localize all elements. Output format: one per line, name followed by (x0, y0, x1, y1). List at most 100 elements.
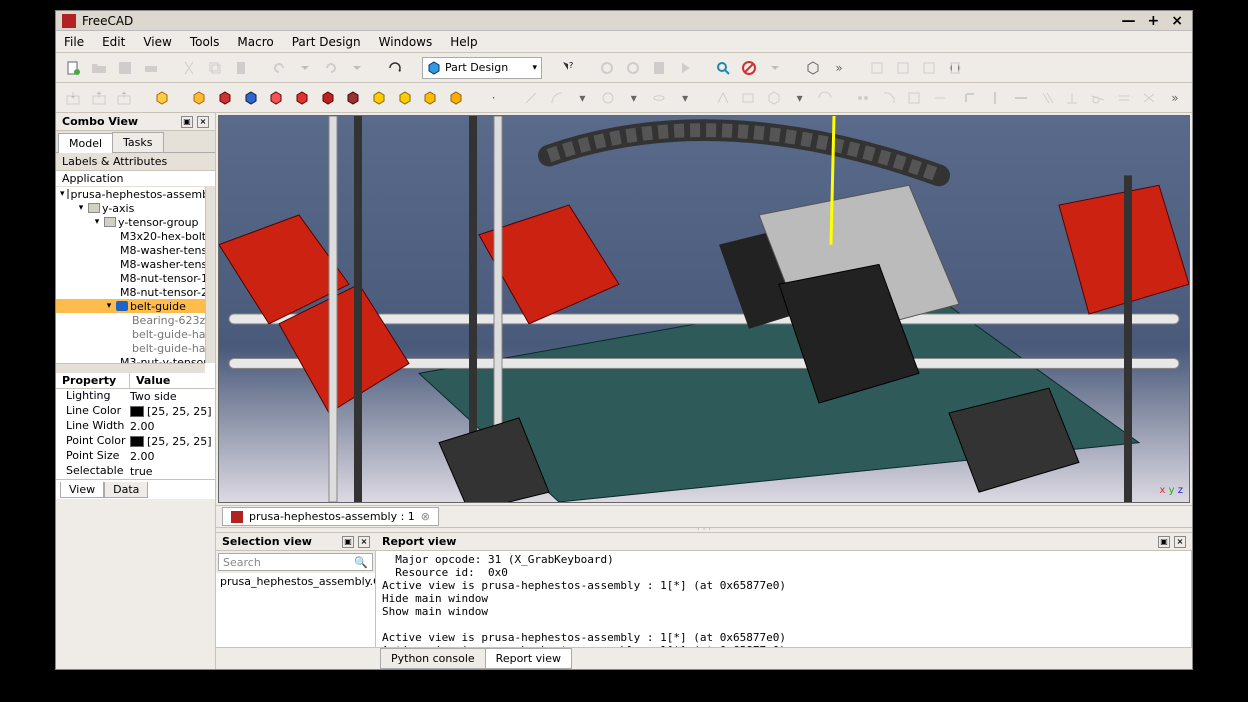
constr-fillet-button[interactable] (959, 87, 981, 109)
subtractive-loft-button[interactable] (419, 87, 441, 109)
revolution-button[interactable] (317, 87, 339, 109)
boolean-button[interactable] (445, 87, 467, 109)
view-front-button[interactable] (866, 57, 888, 79)
panel-undock-icon[interactable]: ▣ (181, 116, 193, 128)
menu-file[interactable]: File (64, 35, 84, 49)
unknown2-button[interactable] (929, 87, 951, 109)
part-box-button[interactable] (188, 87, 210, 109)
constr-vert-button[interactable] (984, 87, 1006, 109)
paste-button[interactable] (230, 57, 252, 79)
no-constraint-button[interactable] (738, 57, 760, 79)
constr-perp-button[interactable] (1061, 87, 1083, 109)
3d-viewport[interactable]: x y z (218, 115, 1190, 503)
view-rear-button[interactable] (944, 57, 966, 79)
additive-pipe-button[interactable] (394, 87, 416, 109)
constr-horiz-button[interactable] (1010, 87, 1032, 109)
tab-data[interactable]: Data (104, 482, 148, 498)
print-button[interactable] (140, 57, 162, 79)
save-button[interactable] (114, 57, 136, 79)
minimize-button[interactable]: — (1119, 13, 1139, 29)
macro-play-button[interactable] (674, 57, 696, 79)
sketch-circle-button[interactable] (597, 87, 619, 109)
redo-menu-icon[interactable] (346, 57, 368, 79)
constr-parallel-button[interactable] (1036, 87, 1058, 109)
close-button[interactable]: × (1168, 13, 1186, 29)
sketch-arc-button[interactable] (546, 87, 568, 109)
overflow-icon[interactable]: » (828, 57, 850, 79)
search-input[interactable]: Search 🔍 (218, 553, 373, 571)
cut-button[interactable] (178, 57, 200, 79)
workbench-selector[interactable]: Part Design ▾ (422, 57, 542, 79)
menu-macro[interactable]: Macro (237, 35, 273, 49)
doc-tab-close-icon[interactable]: ⊗ (421, 510, 430, 523)
report-view-title[interactable]: Report view ▣× (376, 533, 1192, 551)
open-button[interactable] (88, 57, 110, 79)
groove-button[interactable] (342, 87, 364, 109)
constr-coincident-button[interactable] (712, 87, 734, 109)
export2-button[interactable] (113, 87, 135, 109)
tree-vscroll[interactable] (205, 187, 215, 363)
redo-button[interactable] (320, 57, 342, 79)
selection-item[interactable]: prusa_hephestos_assembly.Compound0 (216, 573, 375, 647)
additive-loft-button[interactable] (368, 87, 390, 109)
selection-view-title[interactable]: Selection view ▣× (216, 533, 376, 551)
constr-dropdown-icon[interactable]: ▾ (789, 87, 811, 109)
menu-partdesign[interactable]: Part Design (292, 35, 361, 49)
model-tree[interactable]: ▾prusa-hephestos-assembly ▾y-axis ▾y-ten… (56, 187, 215, 373)
panel-undock-icon[interactable]: ▣ (342, 536, 354, 548)
body-button[interactable] (151, 87, 173, 109)
tab-tasks[interactable]: Tasks (112, 132, 163, 152)
sketch-conic-button[interactable] (649, 87, 671, 109)
dropdown-icon[interactable] (764, 57, 786, 79)
export-button[interactable] (88, 87, 110, 109)
constr-hex-button[interactable] (763, 87, 785, 109)
sketch-dropdown3-icon[interactable]: ▾ (674, 87, 696, 109)
panel-undock-icon[interactable]: ▣ (1158, 536, 1170, 548)
isometric-view-button[interactable] (802, 57, 824, 79)
part-sphere-button[interactable] (240, 87, 262, 109)
document-tab[interactable]: prusa-hephestos-assembly : 1 ⊗ (222, 507, 439, 526)
constr-equal-button[interactable] (1113, 87, 1135, 109)
panel-close-icon[interactable]: × (358, 536, 370, 548)
menu-view[interactable]: View (143, 35, 171, 49)
mirror-button[interactable] (815, 87, 837, 109)
sketch-line-button[interactable] (520, 87, 542, 109)
panel-close-icon[interactable]: × (1174, 536, 1186, 548)
constr-symmetric-button[interactable] (1138, 87, 1160, 109)
new-button[interactable] (62, 57, 84, 79)
menu-edit[interactable]: Edit (102, 35, 125, 49)
menu-help[interactable]: Help (450, 35, 477, 49)
undo-menu-icon[interactable] (294, 57, 316, 79)
import-button[interactable] (62, 87, 84, 109)
tab-model[interactable]: Model (58, 133, 113, 153)
maximize-button[interactable]: + (1145, 13, 1163, 29)
macro-stop-button[interactable] (622, 57, 644, 79)
unknown1-button[interactable] (903, 87, 925, 109)
part-cylinder-button[interactable] (214, 87, 236, 109)
pocket-button[interactable] (291, 87, 313, 109)
combo-view-title[interactable]: Combo View ▣× (56, 113, 215, 131)
sketch-dropdown1-icon[interactable]: ▾ (572, 87, 594, 109)
tab-report-view[interactable]: Report view (485, 648, 572, 669)
pad-button[interactable] (265, 87, 287, 109)
tab-view[interactable]: View (60, 482, 104, 498)
title-bar[interactable]: FreeCAD — + × (56, 11, 1192, 31)
macro-list-button[interactable] (648, 57, 670, 79)
tab-python-console[interactable]: Python console (380, 648, 486, 669)
menu-tools[interactable]: Tools (190, 35, 220, 49)
chamfer-button[interactable] (878, 87, 900, 109)
undo-button[interactable] (268, 57, 290, 79)
tree-hscroll[interactable] (56, 363, 205, 373)
report-text[interactable]: Major opcode: 31 (X_GrabKeyboard) Resour… (376, 551, 1191, 647)
fit-all-button[interactable] (712, 57, 734, 79)
overflow2-icon[interactable]: » (1164, 87, 1186, 109)
constr-rect-button[interactable] (738, 87, 760, 109)
fillet-button[interactable] (852, 87, 874, 109)
view-top-button[interactable] (892, 57, 914, 79)
panel-close-icon[interactable]: × (197, 116, 209, 128)
view-right-button[interactable] (918, 57, 940, 79)
constr-tangent-button[interactable] (1087, 87, 1109, 109)
macro-record-button[interactable] (596, 57, 618, 79)
refresh-button[interactable] (384, 57, 406, 79)
sketch-dropdown2-icon[interactable]: ▾ (623, 87, 645, 109)
